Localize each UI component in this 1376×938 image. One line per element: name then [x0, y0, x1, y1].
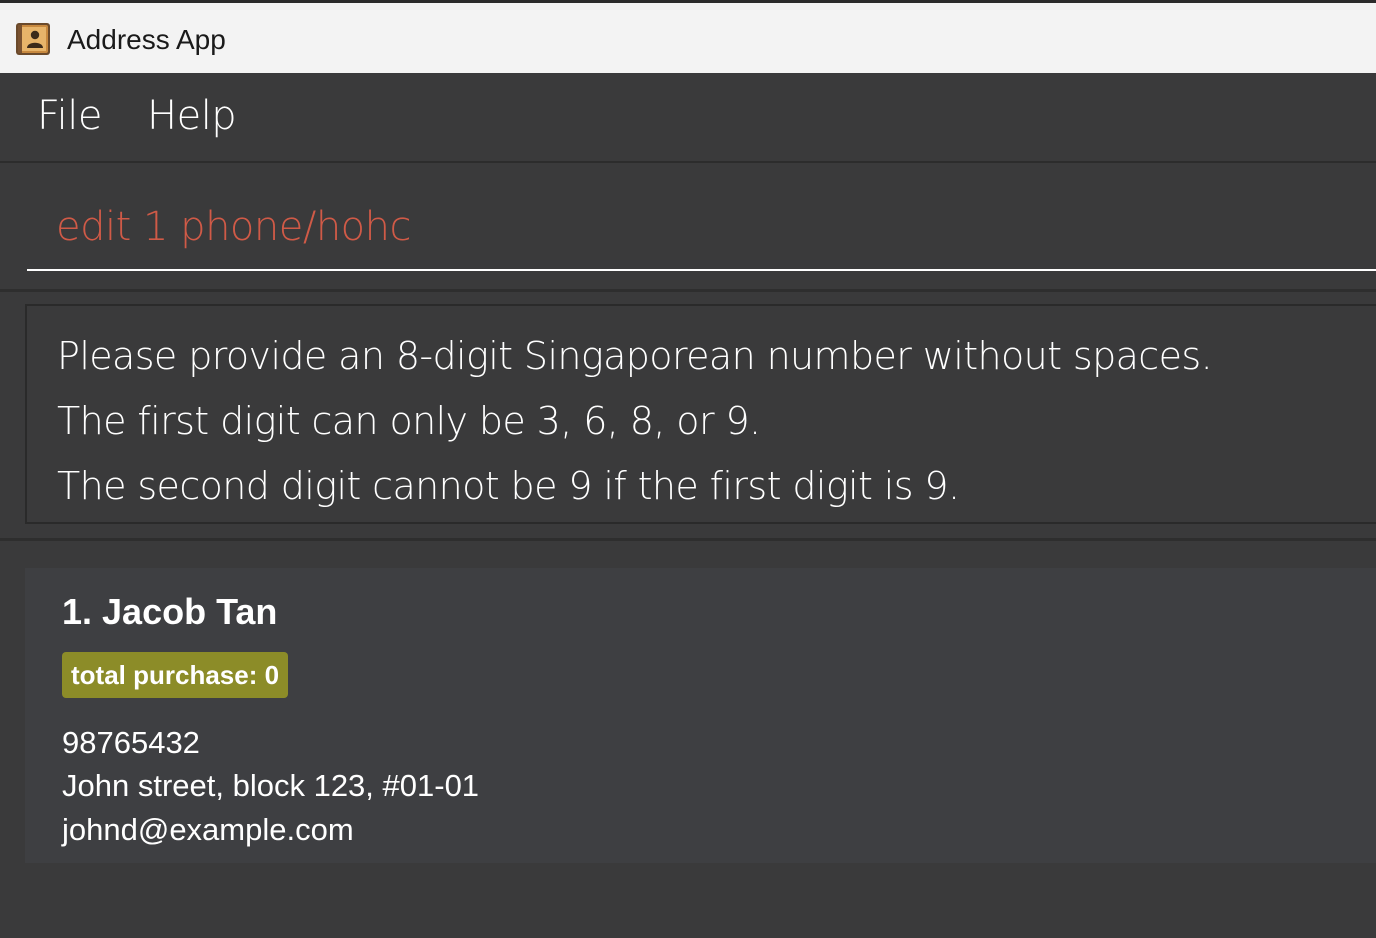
address-book-icon — [16, 23, 50, 55]
menu-file[interactable]: File — [37, 91, 102, 141]
menu-bar: File Help — [0, 73, 1376, 163]
result-display-panel: Please provide an 8-digit Singaporean nu… — [0, 292, 1376, 541]
app-window: Address App File Help Please provide an … — [0, 0, 1376, 938]
command-box — [0, 163, 1376, 292]
person-card[interactable]: 1. Jacob Tan total purchase: 0 98765432 … — [25, 568, 1376, 863]
menu-help[interactable]: Help — [147, 91, 237, 141]
person-email: johnd@example.com — [62, 812, 354, 847]
result-line: Please provide an 8-digit Singaporean nu… — [57, 334, 1213, 378]
person-phone: 98765432 — [62, 725, 200, 760]
result-display[interactable]: Please provide an 8-digit Singaporean nu… — [25, 304, 1376, 524]
result-line: The second digit cannot be 9 if the firs… — [57, 464, 960, 508]
command-input[interactable] — [27, 185, 1376, 271]
person-name: 1. Jacob Tan — [62, 591, 278, 632]
result-line: The first digit can only be 3, 6, 8, or … — [57, 399, 761, 443]
title-bar: Address App — [0, 0, 1376, 73]
window-title: Address App — [67, 24, 226, 55]
person-list: 1. Jacob Tan total purchase: 0 98765432 … — [0, 541, 1376, 938]
person-address: John street, block 123, #01-01 — [62, 768, 480, 803]
tag-badge: total purchase: 0 — [62, 652, 289, 698]
